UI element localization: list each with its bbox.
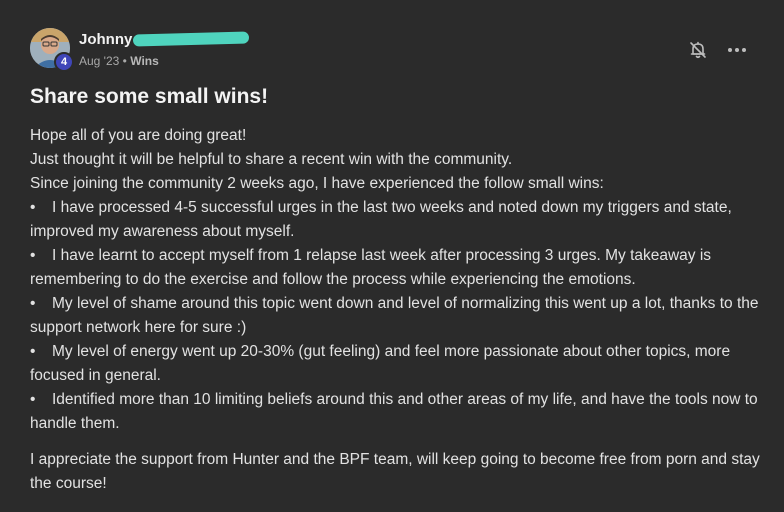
list-item-text: I have learnt to accept myself from 1 re… (30, 247, 712, 288)
author-name[interactable]: Johnny (79, 31, 132, 48)
intro-line: Hope all of you are doing great! (30, 127, 247, 144)
wins-list: • I have processed 4-5 successful urges i… (30, 196, 760, 436)
bell-muted-icon[interactable] (688, 40, 708, 60)
intro-line: Since joining the community 2 weeks ago,… (30, 175, 604, 192)
post-date: Aug '23 (79, 54, 120, 68)
post-card: 4 Johnny Aug '23 • Wins Share some small… (0, 0, 784, 512)
bullet-marker: • (30, 295, 36, 312)
list-item-text: My level of shame around this topic went… (30, 295, 759, 336)
bullet-marker: • (30, 247, 36, 264)
name-redaction-mark (132, 31, 250, 47)
bullet-marker: • (30, 199, 36, 216)
post-category[interactable]: Wins (130, 54, 159, 68)
level-badge: 4 (54, 52, 74, 72)
list-item: • My level of energy went up 20-30% (gut … (30, 340, 760, 388)
meta-separator: • (122, 54, 127, 68)
post-meta: Aug '23 • Wins (79, 54, 159, 68)
bullet-marker: • (30, 391, 36, 408)
list-item-text: I have processed 4-5 successful urges in… (30, 199, 732, 240)
bullet-marker: • (30, 343, 36, 360)
list-item: • My level of shame around this topic wen… (30, 292, 760, 340)
list-item: • I have processed 4-5 successful urges i… (30, 196, 760, 244)
post-title: Share some small wins! (30, 85, 269, 108)
list-item-text: Identified more than 10 limiting beliefs… (30, 391, 758, 432)
closing-paragraph: I appreciate the support from Hunter and… (30, 451, 760, 492)
list-item-text: My level of energy went up 20-30% (gut f… (30, 343, 731, 384)
list-item: • Identified more than 10 limiting belief… (30, 388, 760, 436)
more-horizontal-icon[interactable] (726, 40, 748, 60)
post-body: Hope all of you are doing great! Just th… (30, 124, 760, 496)
intro-line: Just thought it will be helpful to share… (30, 151, 513, 168)
list-item: • I have learnt to accept myself from 1 r… (30, 244, 760, 292)
